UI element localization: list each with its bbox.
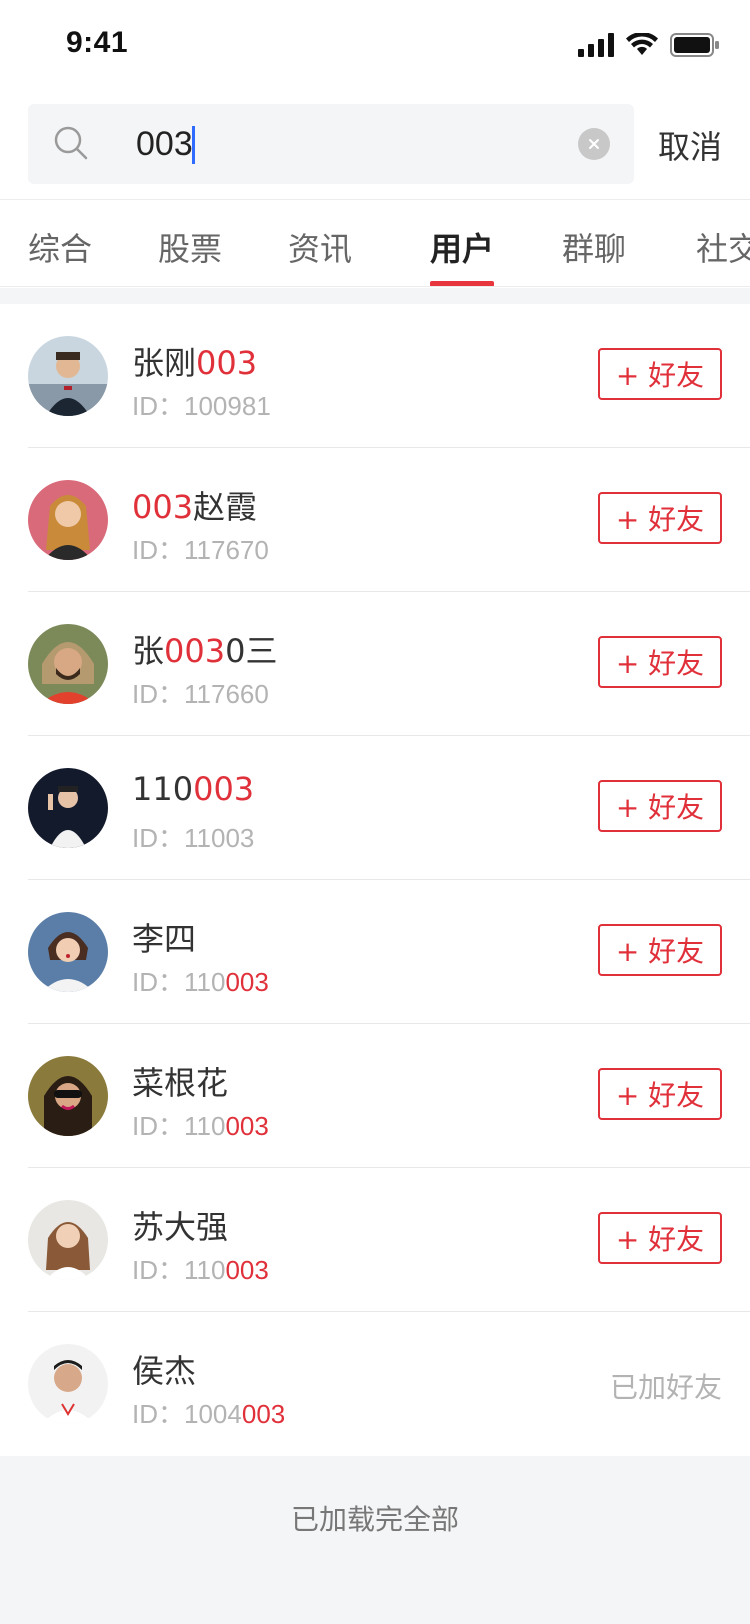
list-separator [0, 288, 750, 304]
search-input[interactable] [108, 114, 548, 174]
search-header: 取消 [0, 104, 750, 184]
text-caret [192, 126, 195, 164]
add-friend-button[interactable]: + 好友 [598, 1068, 722, 1120]
user-id: ID：110003 [132, 967, 269, 997]
user-list: 张刚003 ID：100981 + 好友 003赵霞 ID：117670 + 好… [0, 304, 750, 1456]
user-name: 苏大强 [132, 1208, 229, 1246]
user-id: ID：11003 [132, 823, 255, 853]
add-friend-button[interactable]: + 好友 [598, 780, 722, 832]
list-item[interactable]: 李四 ID：110003 + 好友 [0, 880, 750, 1024]
user-id: ID：1004003 [132, 1399, 286, 1429]
already-friend-label: 已加好友 [609, 1371, 722, 1404]
tab-bar: 综合 股票 资讯 用户 群聊 社交 [0, 199, 750, 287]
avatar [28, 1200, 108, 1280]
tab-stocks[interactable]: 股票 [158, 224, 222, 270]
search-box[interactable] [28, 104, 634, 184]
status-icons [578, 30, 720, 60]
avatar [28, 624, 108, 704]
user-name: 侯杰 [132, 1352, 197, 1390]
avatar [28, 1344, 108, 1424]
close-icon [589, 139, 599, 149]
clear-icon[interactable] [578, 128, 610, 160]
add-friend-button[interactable]: + 好友 [598, 636, 722, 688]
list-item[interactable]: 张0030三 ID：117660 + 好友 [0, 592, 750, 736]
signal-icon [578, 33, 614, 57]
tab-social[interactable]: 社交 [696, 224, 750, 270]
wifi-icon [626, 33, 658, 55]
add-friend-button[interactable]: + 好友 [598, 924, 722, 976]
avatar [28, 480, 108, 560]
list-item[interactable]: 侯杰 ID：1004003 已加好友 [0, 1312, 750, 1456]
tab-users[interactable]: 用户 [430, 224, 494, 270]
avatar [28, 768, 108, 848]
avatar [28, 336, 108, 416]
user-id: ID：100981 [132, 391, 271, 421]
user-id: ID：117660 [132, 679, 269, 709]
status-bar: 9:41 [0, 0, 750, 92]
user-id: ID：117670 [132, 535, 269, 565]
status-time: 9:41 [66, 26, 129, 59]
add-friend-button[interactable]: + 好友 [598, 492, 722, 544]
add-friend-button[interactable]: + 好友 [598, 348, 722, 400]
user-name: 110003 [132, 770, 255, 808]
list-item[interactable]: 苏大强 ID：110003 + 好友 [0, 1168, 750, 1312]
tab-group-chat[interactable]: 群聊 [562, 224, 626, 270]
list-item[interactable]: 003赵霞 ID：117670 + 好友 [0, 448, 750, 592]
active-tab-indicator [430, 281, 494, 286]
list-item[interactable]: 张刚003 ID：100981 + 好友 [0, 304, 750, 448]
user-id: ID：110003 [132, 1111, 269, 1141]
list-item[interactable]: 菜根花 ID：110003 + 好友 [0, 1024, 750, 1168]
user-name: 张0030三 [132, 632, 278, 670]
cancel-button[interactable]: 取消 [658, 122, 722, 168]
list-footer: 已加载完全部 [0, 1456, 750, 1624]
user-name: 张刚003 [132, 344, 258, 382]
battery-icon [670, 33, 719, 57]
search-icon [54, 126, 88, 160]
avatar [28, 1056, 108, 1136]
tab-all[interactable]: 综合 [28, 224, 92, 270]
tab-news[interactable]: 资讯 [288, 224, 352, 270]
avatar [28, 912, 108, 992]
load-complete-text: 已加载完全部 [290, 1503, 459, 1536]
user-name: 李四 [132, 920, 197, 958]
user-name: 菜根花 [132, 1064, 229, 1102]
add-friend-button[interactable]: + 好友 [598, 1212, 722, 1264]
user-id: ID：110003 [132, 1255, 269, 1285]
user-name: 003赵霞 [132, 488, 258, 526]
list-item[interactable]: 110003 ID：11003 + 好友 [0, 736, 750, 880]
